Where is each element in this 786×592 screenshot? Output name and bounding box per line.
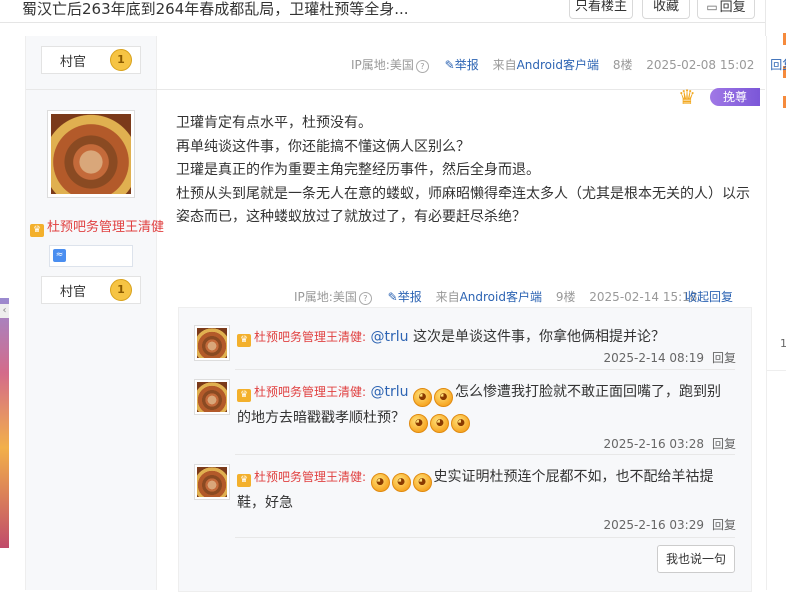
post-content: 卫瓘肯定有点水平，杜预没有。 再单纯谈这件事，你还能搞不懂这俩人区别么？ 卫瓘是…: [176, 112, 756, 230]
emoji-icon: ◕: [409, 414, 429, 433]
left-banner-strip[interactable]: [0, 298, 9, 548]
emoji-icon: ◕: [430, 414, 450, 433]
divider: [235, 369, 735, 370]
post-line: 卫瓘肯定有点水平，杜预没有。: [176, 115, 372, 131]
avatar[interactable]: [47, 110, 135, 198]
reply-meta: 2025-2-14 08:19 回复: [603, 349, 736, 366]
reply-content: 这次是单谈这件事，你拿他俩相提并论？: [408, 329, 665, 345]
favorite-button[interactable]: 收藏: [642, 0, 690, 19]
reply-meta: 2025-2-16 03:29 回复: [603, 516, 736, 533]
client-link[interactable]: Android客户端: [517, 58, 599, 72]
emoji-icon: ◕: [451, 414, 471, 433]
avatar[interactable]: [194, 379, 230, 415]
title-tag-label: 村官: [60, 285, 87, 300]
right-sidebar: 1(: [765, 0, 786, 590]
post-meta: IP属地:美国? ✎举报 来自Android客户端 8楼 2025-02-08 …: [351, 56, 786, 73]
avatar[interactable]: [194, 464, 230, 500]
post-line: 卫瓘是真正的作为重要主角完整经历事件，然后全身而退。: [176, 162, 540, 178]
mention-link[interactable]: @trlu: [371, 329, 409, 345]
tip-button[interactable]: ♛ 挽尊: [676, 84, 760, 110]
say-something-button[interactable]: 我也说一句: [657, 545, 735, 573]
member-badge[interactable]: ≈: [49, 245, 133, 267]
emoji-icon: ◕: [412, 473, 432, 492]
author-title-tag[interactable]: 村官 1: [41, 276, 141, 304]
post-line: 再单纯谈这件事，你还能搞不懂这俩人区别么？: [176, 138, 470, 155]
from-prefix: 来自: [492, 58, 517, 72]
reply-link[interactable]: 回复: [712, 518, 736, 532]
divider: [766, 370, 786, 371]
reply-link[interactable]: 回复: [712, 351, 736, 365]
divider: [26, 89, 765, 90]
chevron-left-icon[interactable]: ‹: [0, 304, 9, 318]
report-link[interactable]: ✎举报: [388, 290, 422, 304]
avatar-image: [197, 328, 227, 358]
title-tag-label: 村官: [60, 55, 87, 70]
divider: [235, 537, 735, 538]
crown-icon: ♛: [237, 334, 251, 347]
from-prefix: 来自: [435, 290, 460, 304]
author-name-label: 杜预吧务管理王清健: [47, 220, 165, 235]
divider: [235, 454, 735, 455]
wave-icon: ≈: [53, 249, 66, 262]
post-line: 杜预从头到尾就是一条无人在意的蝼蚁，师麻昭懒得牵连太多人（尤其是根本无关的人）以…: [176, 185, 750, 226]
floor-number: 9楼: [555, 290, 576, 304]
sidebar-count: 1(: [780, 337, 786, 350]
avatar-image: [197, 382, 227, 412]
reply-icon: ▭: [706, 0, 718, 14]
reply-text: ♛ 杜预吧务管理王清健: ◕ ◕ ◕ 史实证明杜预连个屁都不如，也不配给羊祜提鞋，好急: [237, 466, 727, 514]
reply-time: 2025-2-16 03:28: [603, 437, 704, 451]
report-link[interactable]: ✎举报: [445, 58, 479, 72]
report-label: 举报: [454, 58, 479, 72]
crown-icon: ♛: [237, 389, 251, 402]
post-time: 2025-02-14 15:18: [589, 290, 698, 304]
ip-location: IP属地:美国: [294, 290, 357, 304]
mention-link[interactable]: @trlu: [371, 384, 409, 400]
author-name[interactable]: ♛ 杜预吧务管理王清健: [30, 216, 164, 237]
emoji-icon: ◕: [370, 473, 390, 492]
reply-text: ♛ 杜预吧务管理王清健: @trlu 这次是单谈这件事，你拿他俩相提并论？: [237, 326, 727, 348]
author-title-tag[interactable]: 村官 1: [41, 46, 141, 74]
reply-meta: 2025-2-16 03:28 回复: [603, 435, 736, 452]
ip-location: IP属地:美国: [351, 58, 414, 72]
level-badge: 1: [110, 49, 132, 71]
reply-time: 2025-2-16 03:29: [603, 518, 704, 532]
reply-username[interactable]: 杜预吧务管理王清健:: [254, 470, 366, 484]
report-label: 举报: [397, 290, 422, 304]
reply-link[interactable]: 回复: [770, 58, 786, 72]
crown-icon: ♛: [678, 85, 696, 109]
reply-button[interactable]: ▭ 回复: [697, 0, 755, 19]
post-meta: IP属地:美国? ✎举报 来自Android客户端 9楼 2025-02-14 …: [294, 288, 697, 305]
crown-icon: ♛: [237, 474, 251, 487]
reply-username[interactable]: 杜预吧务管理王清健:: [254, 330, 366, 344]
post-time: 2025-02-08 15:02: [646, 58, 755, 72]
reply-username[interactable]: 杜预吧务管理王清健:: [254, 385, 366, 399]
crown-icon: ♛: [30, 224, 44, 237]
reply-text: ♛ 杜预吧务管理王清健: @trlu ◕ ◕ 怎么惨遭我打脸就不敢正面回嘴了，跑到别的…: [237, 381, 727, 433]
client-link[interactable]: Android客户端: [460, 290, 542, 304]
report-icon: ✎: [387, 290, 398, 304]
question-icon[interactable]: ?: [415, 60, 429, 73]
emoji-icon: ◕: [391, 473, 411, 492]
emoji-icon: ◕: [433, 388, 453, 407]
avatar[interactable]: [194, 325, 230, 361]
reply-time: 2025-2-14 08:19: [603, 351, 704, 365]
floor-number: 8楼: [612, 58, 633, 72]
emoji-icon: ◕: [412, 388, 432, 407]
only-op-button[interactable]: 只看楼主: [569, 0, 633, 19]
level-badge: 1: [110, 279, 132, 301]
reply-label: 回复: [719, 0, 746, 15]
thread-header: 蜀汉亡后263年底到264年春成都乱局，卫瓘杜预等全身... 只看楼主 收藏 ▭…: [0, 0, 765, 23]
avatar-image: [197, 467, 227, 497]
question-icon[interactable]: ?: [358, 292, 372, 305]
reply-link[interactable]: 回复: [712, 437, 736, 451]
tip-label: 挽尊: [710, 88, 760, 106]
collapse-replies-link[interactable]: 收起回复: [685, 288, 733, 305]
avatar-image: [51, 114, 131, 194]
report-icon: ✎: [444, 58, 455, 72]
thread-title[interactable]: 蜀汉亡后263年底到264年春成都乱局，卫瓘杜预等全身...: [22, 0, 409, 19]
